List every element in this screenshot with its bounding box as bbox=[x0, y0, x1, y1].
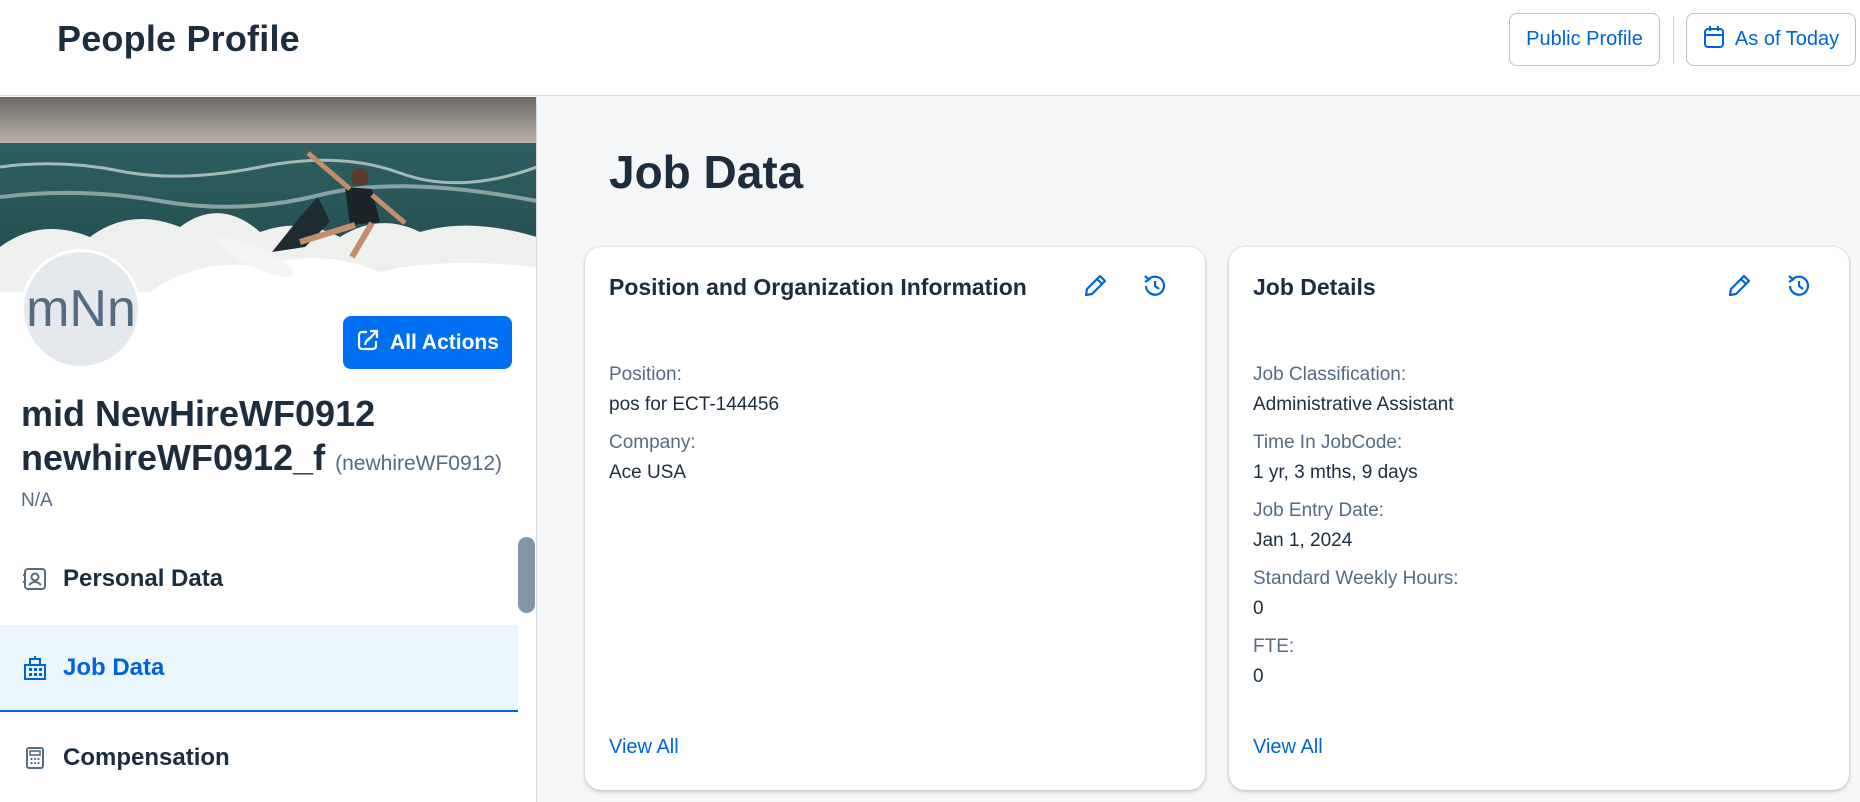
header-separator bbox=[1673, 16, 1674, 64]
field-label: Time In JobCode: bbox=[1253, 432, 1403, 453]
person-name: mid NewHireWF0912 newhireWF0912_f (newhi… bbox=[21, 392, 521, 486]
main-content: Job Data Position and Organization Infor… bbox=[538, 97, 1860, 802]
field-position: Position: pos for ECT-144456 bbox=[609, 363, 779, 417]
field-value: 1 yr, 3 mths, 9 days bbox=[1253, 462, 1418, 483]
avatar: mNn bbox=[21, 249, 141, 369]
field-label: Job Classification: bbox=[1253, 364, 1407, 385]
app-title: People Profile bbox=[57, 18, 300, 59]
scrollbar-thumb[interactable] bbox=[518, 537, 535, 613]
job-details-card: Job Details Job Classification: Administ… bbox=[1229, 247, 1849, 790]
view-all-link[interactable]: View All bbox=[1253, 736, 1323, 759]
building-icon bbox=[21, 654, 49, 682]
all-actions-label: All Actions bbox=[390, 330, 499, 354]
field-value: pos for ECT-144456 bbox=[609, 394, 780, 415]
field-label: Job Entry Date: bbox=[1253, 500, 1384, 521]
field-value: Jan 1, 2024 bbox=[1253, 530, 1353, 551]
person-subtitle: N/A bbox=[21, 490, 53, 511]
person-full-name: mid NewHireWF0912 newhireWF0912_f bbox=[21, 393, 376, 478]
profile-panel: mNn All Actions mid NewHireWF0912 newhir… bbox=[0, 97, 537, 802]
field-value: 0 bbox=[1253, 598, 1264, 619]
share-icon bbox=[356, 328, 380, 358]
position-org-card: Position and Organization Information Po… bbox=[585, 247, 1205, 790]
page-title: Job Data bbox=[609, 146, 804, 198]
nav-item-label: Job Data bbox=[63, 653, 165, 681]
card-fields: Position: pos for ECT-144456 Company: Ac… bbox=[609, 363, 779, 499]
as-of-today-button[interactable]: As of Today bbox=[1686, 13, 1856, 66]
field-label: Company: bbox=[609, 432, 696, 453]
field-fte: FTE: 0 bbox=[1253, 635, 1459, 689]
field-standard-weekly-hours: Standard Weekly Hours: 0 bbox=[1253, 567, 1459, 621]
all-actions-button[interactable]: All Actions bbox=[343, 316, 512, 369]
nav-item-personal-data[interactable]: Personal Data bbox=[0, 535, 518, 622]
field-label: Position: bbox=[609, 364, 682, 385]
field-value: Administrative Assistant bbox=[1253, 394, 1454, 415]
contact-card-icon bbox=[21, 565, 49, 593]
public-profile-button[interactable]: Public Profile bbox=[1509, 13, 1660, 66]
public-profile-label: Public Profile bbox=[1526, 28, 1643, 50]
card-fields: Job Classification: Administrative Assis… bbox=[1253, 363, 1459, 703]
field-label: Standard Weekly Hours: bbox=[1253, 568, 1459, 589]
card-title: Position and Organization Information bbox=[609, 274, 1027, 300]
field-value: Ace USA bbox=[609, 462, 687, 483]
nav-item-label: Personal Data bbox=[63, 564, 224, 592]
calculator-icon bbox=[21, 744, 49, 772]
calendar-icon bbox=[1703, 25, 1725, 55]
view-all-link[interactable]: View All bbox=[609, 736, 679, 759]
edit-icon[interactable] bbox=[1078, 269, 1112, 303]
field-company: Company: Ace USA bbox=[609, 431, 779, 485]
card-title: Job Details bbox=[1253, 274, 1376, 300]
field-label: FTE: bbox=[1253, 636, 1295, 657]
field-job-entry-date: Job Entry Date: Jan 1, 2024 bbox=[1253, 499, 1459, 553]
shell-header: People Profile Public Profile As of Toda… bbox=[0, 0, 1860, 96]
field-time-in-jobcode: Time In JobCode: 1 yr, 3 mths, 9 days bbox=[1253, 431, 1459, 485]
field-job-classification: Job Classification: Administrative Assis… bbox=[1253, 363, 1459, 417]
history-icon[interactable] bbox=[1782, 269, 1816, 303]
as-of-today-label: As of Today bbox=[1734, 28, 1840, 50]
nav-item-label: Compensation bbox=[63, 743, 230, 771]
person-username: (newhireWF0912) bbox=[335, 452, 503, 475]
history-icon[interactable] bbox=[1138, 269, 1172, 303]
nav-item-compensation[interactable]: Compensation bbox=[0, 714, 518, 801]
nav-item-job-data[interactable]: Job Data bbox=[0, 625, 518, 712]
edit-icon[interactable] bbox=[1722, 269, 1756, 303]
field-value: 0 bbox=[1253, 666, 1264, 687]
